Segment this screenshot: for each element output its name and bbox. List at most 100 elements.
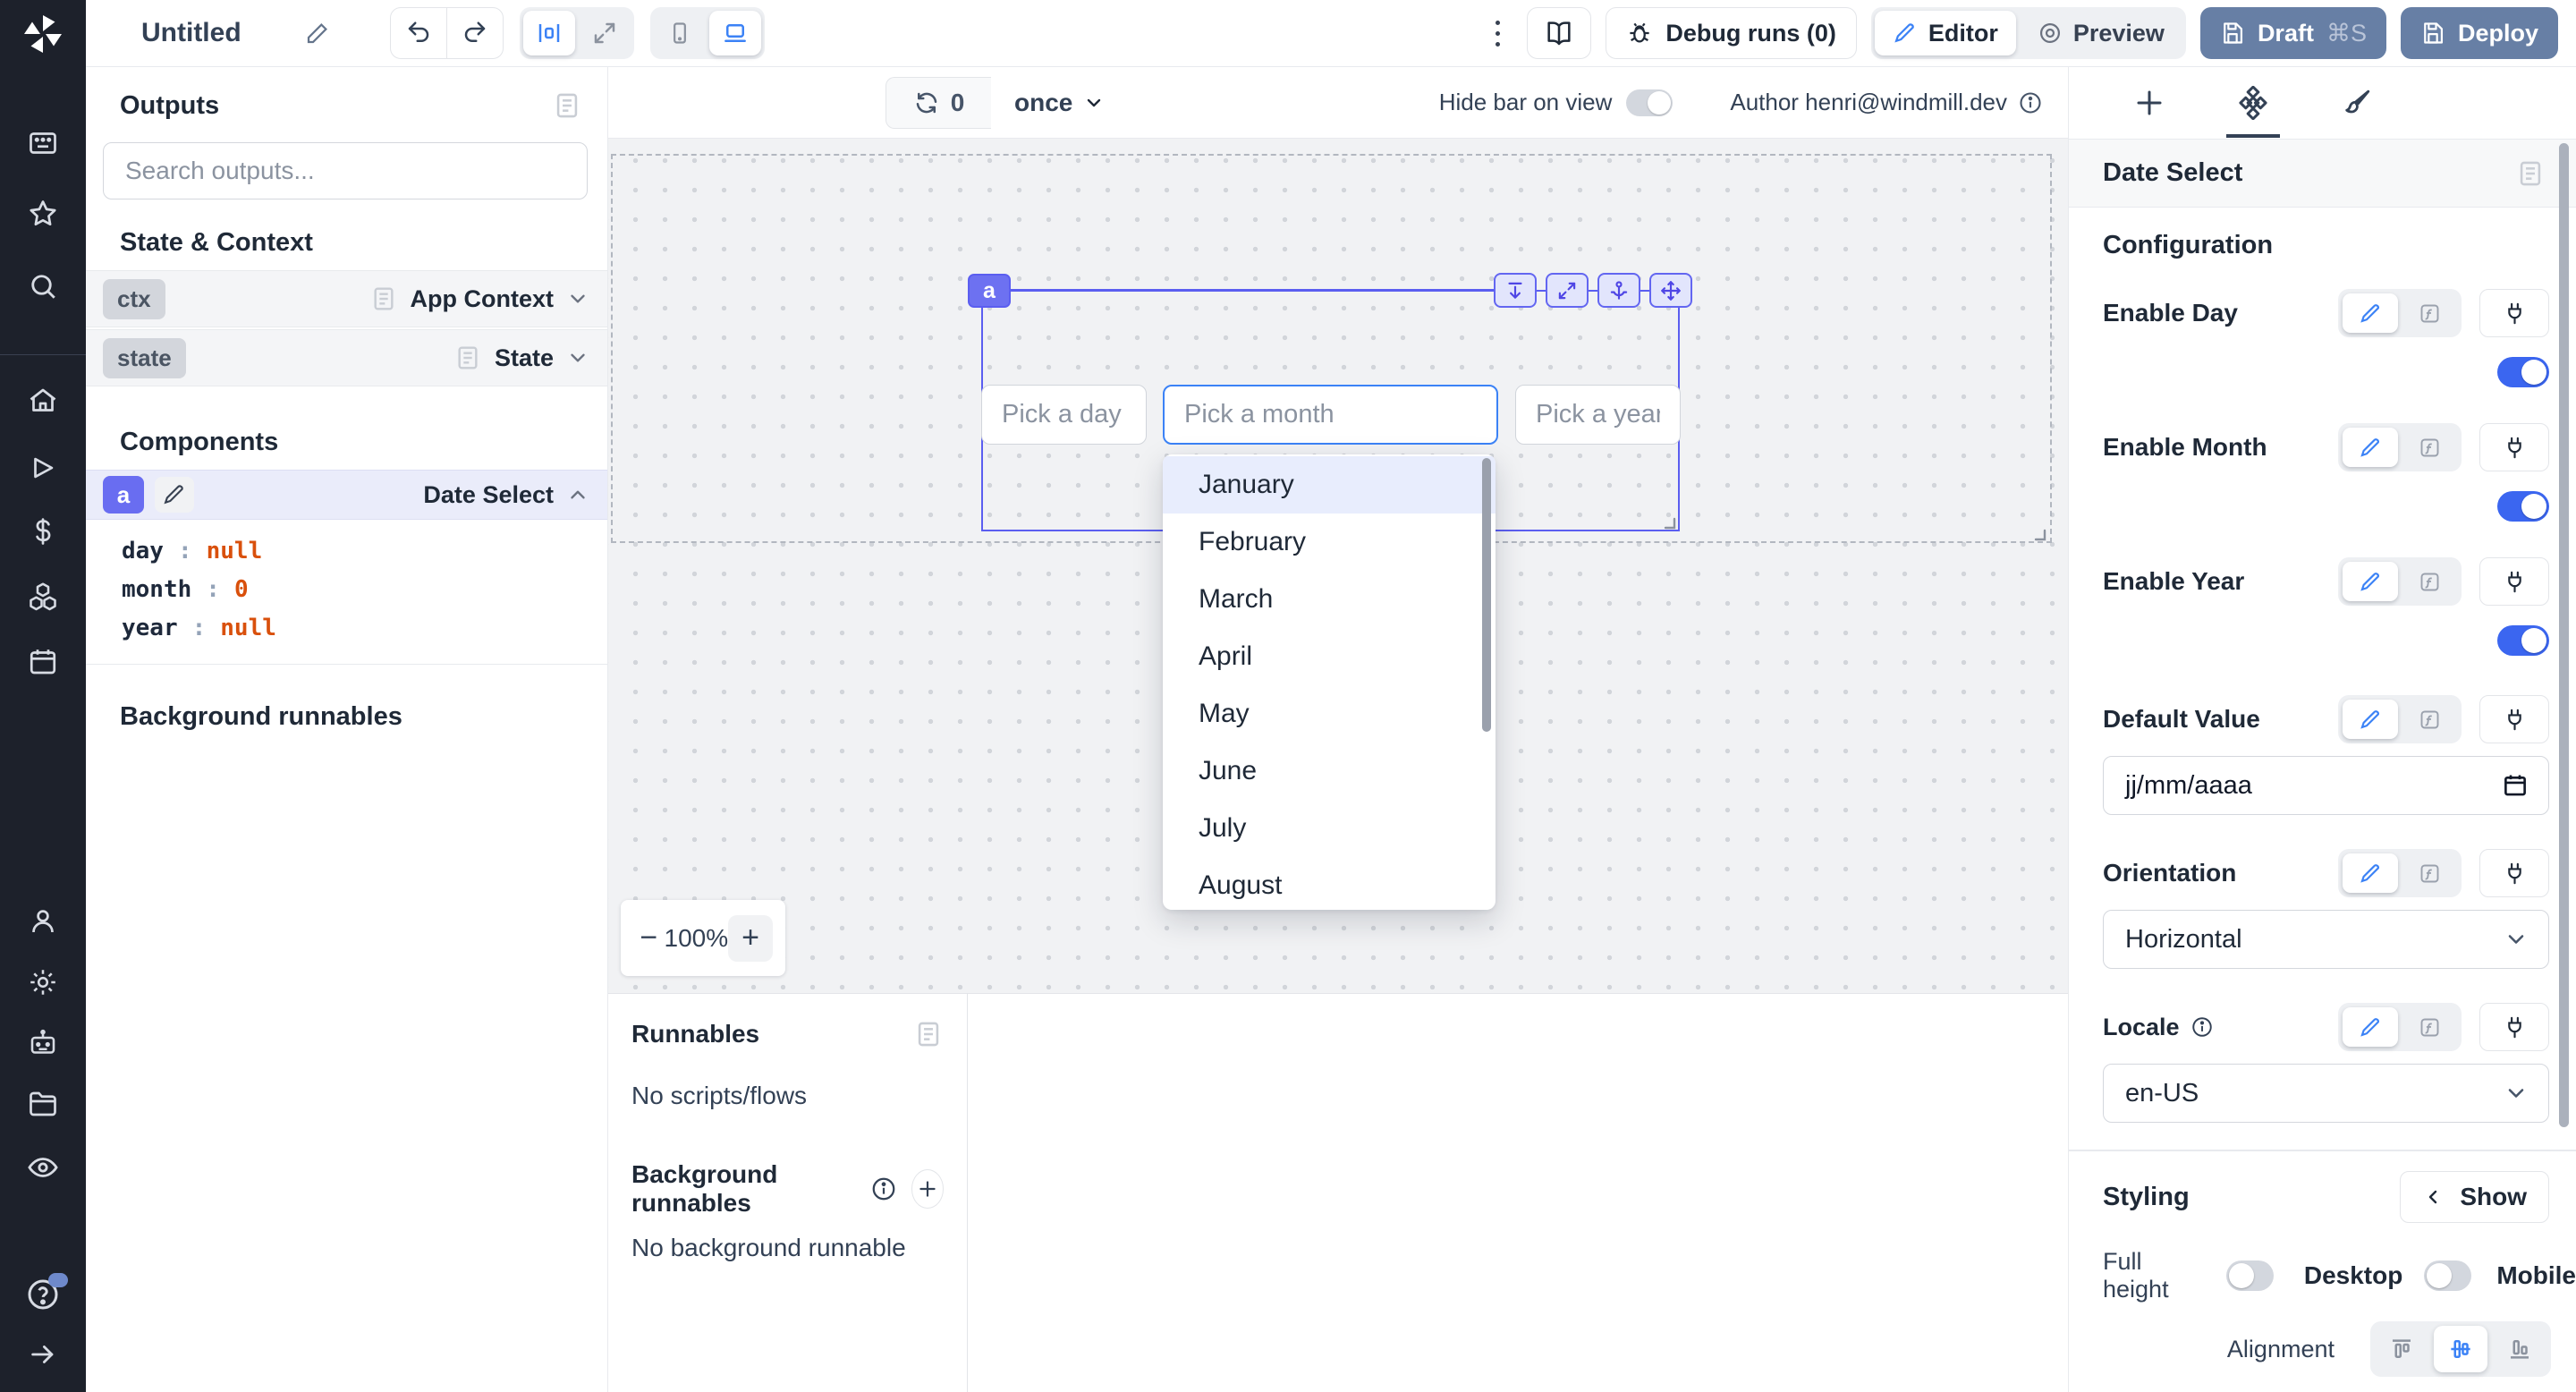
- static-pencil-icon[interactable]: [2343, 562, 2398, 601]
- locale-info-icon[interactable]: [2190, 1015, 2214, 1039]
- component-settings-tab[interactable]: [2201, 67, 2305, 138]
- workers-robot-icon[interactable]: [27, 1027, 59, 1059]
- pick-month-input[interactable]: [1163, 385, 1498, 445]
- pick-year-input[interactable]: [1515, 385, 1681, 445]
- search-outputs-input[interactable]: [103, 142, 588, 199]
- function-icon[interactable]: [2402, 700, 2457, 739]
- resources-cubes-icon[interactable]: [27, 581, 59, 613]
- deploy-button[interactable]: Deploy: [2401, 7, 2558, 59]
- mobile-view-button[interactable]: [654, 11, 706, 55]
- desktop-view-button[interactable]: [709, 11, 761, 55]
- connect-plug-icon[interactable]: [2479, 289, 2549, 337]
- function-icon[interactable]: [2402, 562, 2457, 601]
- static-pencil-icon[interactable]: [2343, 853, 2398, 893]
- settings-gear-icon[interactable]: [27, 966, 59, 998]
- connect-plug-icon[interactable]: [2479, 1003, 2549, 1051]
- styling-brush-tab[interactable]: [2305, 67, 2409, 138]
- output-value-row[interactable]: day:null: [122, 532, 607, 571]
- more-options-kebab-icon[interactable]: [1482, 7, 1513, 59]
- month-option-april[interactable]: April: [1163, 628, 1496, 685]
- redo-button[interactable]: [447, 8, 503, 58]
- background-runnables-info-icon[interactable]: [870, 1176, 897, 1202]
- star-icon[interactable]: [27, 198, 59, 230]
- audit-eye-icon[interactable]: [26, 1150, 60, 1184]
- function-icon[interactable]: [2402, 293, 2457, 333]
- calendar-icon[interactable]: [2502, 772, 2529, 799]
- help-icon[interactable]: [25, 1277, 61, 1312]
- outputs-doc-icon[interactable]: [552, 90, 582, 121]
- pick-day-input[interactable]: [981, 385, 1147, 445]
- component-resize-handle[interactable]: [1660, 514, 1678, 531]
- function-icon[interactable]: [2402, 428, 2457, 467]
- desktop-mobile-toggle[interactable]: [2424, 1260, 2471, 1291]
- preview-tab[interactable]: Preview: [2020, 11, 2182, 55]
- ctx-output-row[interactable]: ctx App Context: [86, 270, 607, 327]
- static-pencil-icon[interactable]: [2343, 700, 2398, 739]
- app-canvas[interactable]: a January February March April May June: [608, 139, 2068, 993]
- month-option-february[interactable]: February: [1163, 514, 1496, 571]
- month-option-july[interactable]: July: [1163, 800, 1496, 857]
- month-option-march[interactable]: March: [1163, 571, 1496, 628]
- static-pencil-icon[interactable]: [2343, 428, 2398, 467]
- orientation-select[interactable]: Horizontal: [2103, 910, 2549, 969]
- draft-save-button[interactable]: Draft ⌘S: [2200, 7, 2386, 59]
- static-pencil-icon[interactable]: [2343, 293, 2398, 333]
- undo-button[interactable]: [391, 8, 446, 58]
- connect-plug-icon[interactable]: [2479, 557, 2549, 606]
- styling-show-button[interactable]: Show: [2400, 1171, 2549, 1223]
- windmill-logo-icon[interactable]: [21, 13, 64, 55]
- user-icon[interactable]: [27, 905, 59, 938]
- align-bottom-icon[interactable]: [2493, 1326, 2546, 1372]
- connect-plug-icon[interactable]: [2479, 695, 2549, 743]
- chevron-down-icon[interactable]: [566, 287, 589, 310]
- dropdown-scrollbar[interactable]: [1482, 458, 1491, 732]
- month-option-june[interactable]: June: [1163, 743, 1496, 800]
- function-icon[interactable]: [2402, 1007, 2457, 1047]
- anchor-icon[interactable]: [1597, 273, 1640, 308]
- function-icon[interactable]: [2402, 853, 2457, 893]
- month-option-january[interactable]: January: [1163, 456, 1496, 514]
- refresh-count-button[interactable]: 0: [886, 77, 991, 129]
- static-pencil-icon[interactable]: [2343, 1007, 2398, 1047]
- settings-scrollbar[interactable]: [2559, 143, 2569, 1127]
- enable-month-toggle[interactable]: [2497, 491, 2549, 522]
- info-icon[interactable]: [2018, 90, 2043, 115]
- editor-tab[interactable]: Editor: [1875, 11, 2016, 55]
- runnables-doc-icon[interactable]: [913, 1019, 944, 1049]
- hide-bar-toggle[interactable]: [1626, 89, 1673, 116]
- output-value-row[interactable]: month:0: [122, 571, 607, 609]
- add-background-runnable-button[interactable]: [911, 1169, 945, 1209]
- run-mode-dropdown[interactable]: once: [1014, 89, 1105, 117]
- centered-layout-button[interactable]: [523, 11, 575, 55]
- canvas-component-badge[interactable]: a: [968, 274, 1011, 308]
- grid-resize-handle[interactable]: [2030, 525, 2048, 543]
- default-value-date-input[interactable]: jj/mm/aaaa: [2103, 756, 2549, 815]
- fullscreen-layout-button[interactable]: [579, 11, 631, 55]
- search-icon[interactable]: [27, 270, 59, 302]
- apps-icon[interactable]: [27, 127, 59, 159]
- component-a-row[interactable]: a Date Select: [86, 470, 607, 520]
- state-output-row[interactable]: state State: [86, 329, 607, 386]
- collapse-arrow-icon[interactable]: [28, 1339, 58, 1370]
- docs-book-button[interactable]: [1527, 7, 1591, 59]
- connect-plug-icon[interactable]: [2479, 423, 2549, 471]
- month-option-may[interactable]: May: [1163, 685, 1496, 743]
- output-value-row[interactable]: year:null: [122, 609, 607, 648]
- enable-day-toggle[interactable]: [2497, 357, 2549, 387]
- edit-title-pencil-icon[interactable]: [304, 20, 331, 47]
- folders-icon[interactable]: [27, 1088, 59, 1120]
- variables-dollar-icon[interactable]: [28, 516, 58, 547]
- month-option-august[interactable]: August: [1163, 857, 1496, 910]
- full-height-toggle[interactable]: [2226, 1260, 2274, 1291]
- align-center-icon[interactable]: [2434, 1326, 2487, 1372]
- home-icon[interactable]: [27, 385, 59, 417]
- insert-component-tab[interactable]: [2097, 67, 2201, 138]
- zoom-in-button[interactable]: +: [728, 915, 773, 962]
- move-icon[interactable]: [1649, 273, 1692, 308]
- enable-year-toggle[interactable]: [2497, 625, 2549, 656]
- rename-component-pencil-icon[interactable]: [155, 477, 194, 513]
- runs-play-icon[interactable]: [28, 453, 58, 483]
- fullscreen-icon[interactable]: [1546, 273, 1589, 308]
- locale-select[interactable]: en-US: [2103, 1064, 2549, 1123]
- chevron-up-icon[interactable]: [566, 483, 589, 506]
